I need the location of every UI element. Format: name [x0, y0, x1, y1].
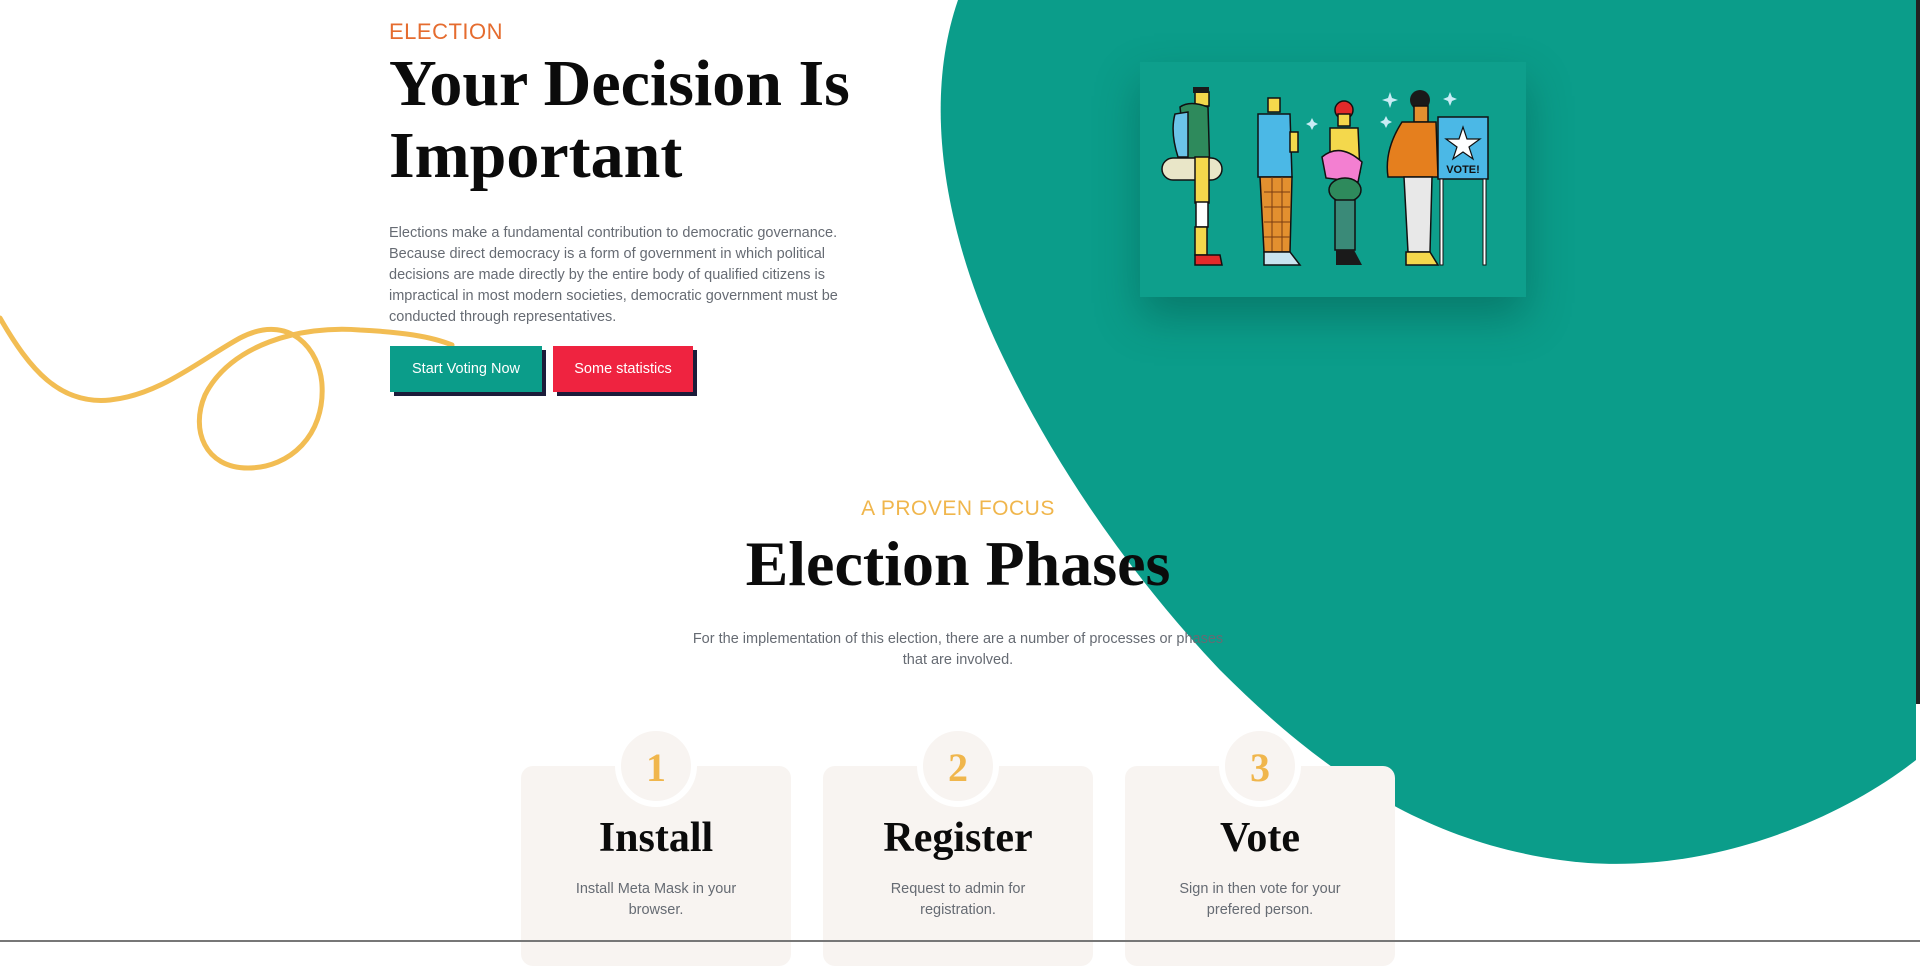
vote-sign-label: VOTE!: [1446, 164, 1480, 176]
squiggle-decoration: [0, 315, 455, 471]
statistics-button[interactable]: Some statistics: [553, 346, 693, 392]
hero-description: Elections make a fundamental contributio…: [389, 225, 838, 325]
page-scrollbar[interactable]: [1916, 0, 1920, 704]
voting-line-illustration: VOTE!: [1140, 62, 1526, 297]
voter-figure-2: [1257, 97, 1302, 266]
phase-card-title: Register: [883, 815, 1033, 861]
hero-title-line-2: Important: [389, 119, 683, 192]
hero-title-line-1: Your Decision Is: [389, 47, 850, 120]
phases-description: For the implementation of this election,…: [692, 631, 1224, 668]
phase-card-text: Install Meta Mask in your browser.: [575, 881, 737, 918]
voting-booth-icon: VOTE!: [1437, 116, 1489, 266]
phase-card-install: 1 Install Install Meta Mask in your brow…: [521, 725, 791, 966]
voter-figure-1: [1161, 87, 1223, 266]
hero-eyebrow: ELECTION: [389, 19, 504, 44]
phases-title: Election Phases: [745, 528, 1171, 599]
start-voting-button[interactable]: Start Voting Now: [390, 346, 542, 392]
phase-card-vote: 3 Vote Sign in then vote for your prefer…: [1125, 725, 1395, 966]
phase-card-text: Sign in then vote for your prefered pers…: [1179, 881, 1341, 918]
phase-number-badge: 1: [615, 725, 697, 807]
phase-number-badge: 2: [917, 725, 999, 807]
phase-card-text: Request to admin for registration.: [890, 881, 1026, 918]
phase-card-title: Install: [598, 815, 714, 861]
voter-figure-4: [1386, 90, 1440, 266]
voter-figure-3: [1321, 100, 1363, 265]
phase-number-badge: 3: [1219, 725, 1301, 807]
phase-card-register: 2 Register Request to admin for registra…: [823, 725, 1093, 966]
hero-title: Your Decision Is Important: [389, 48, 949, 192]
phases-eyebrow: A PROVEN FOCUS: [861, 497, 1055, 520]
phase-card-title: Vote: [1219, 815, 1301, 861]
